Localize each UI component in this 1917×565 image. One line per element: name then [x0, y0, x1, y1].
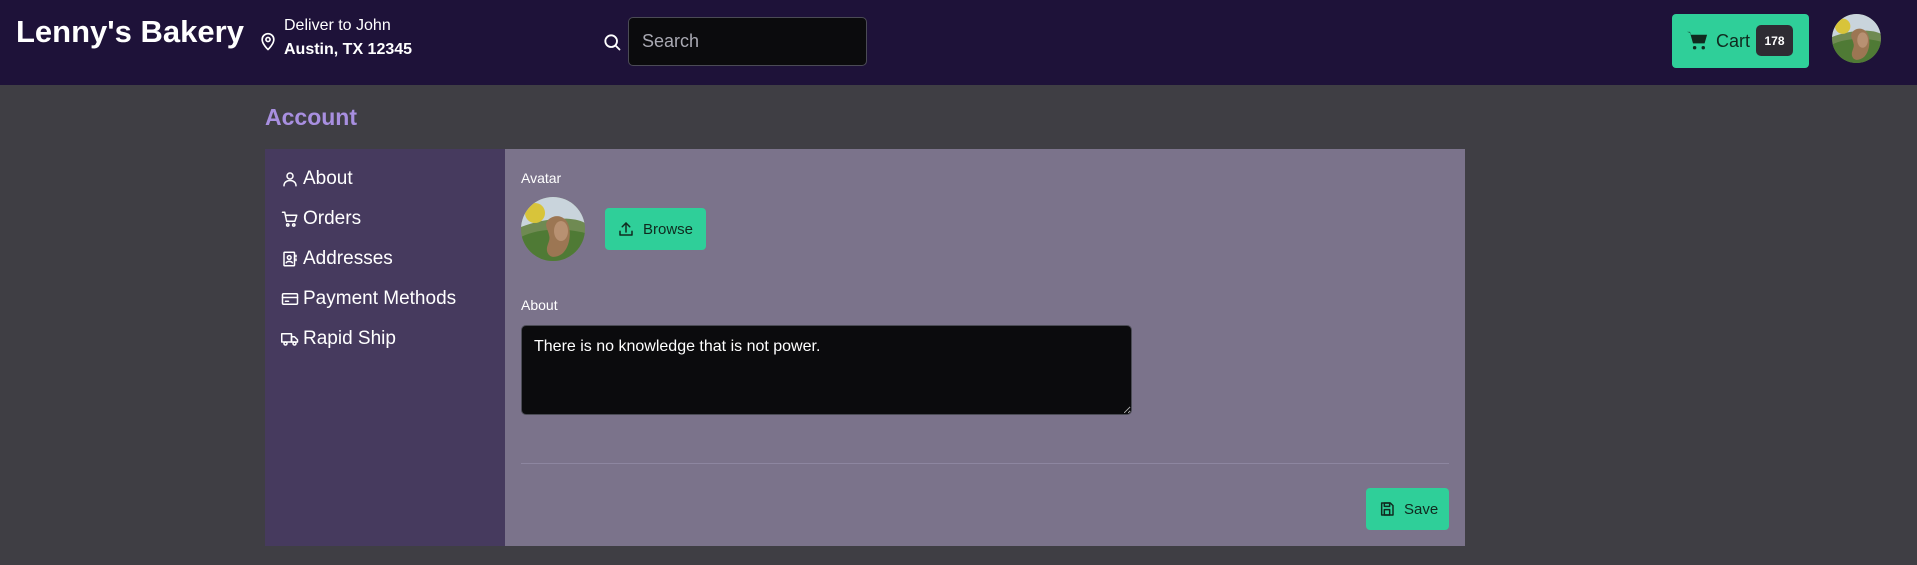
deliver-to-label: Deliver to John — [284, 17, 391, 34]
save-label: Save — [1404, 500, 1439, 518]
sidebar-item-label: About — [303, 168, 353, 189]
address-book-icon — [283, 251, 297, 267]
brand-logo[interactable]: Lenny's Bakery — [16, 14, 244, 50]
cart-label: Cart — [1716, 31, 1751, 51]
save-icon — [1380, 502, 1394, 516]
about-label: About — [521, 297, 558, 313]
page-title: Account — [265, 104, 357, 130]
user-icon — [283, 172, 297, 187]
browse-button[interactable]: Browse — [605, 208, 706, 250]
deliver-address: Austin, TX 12345 — [284, 41, 413, 58]
avatar-preview — [521, 197, 585, 261]
sidebar-item-orders[interactable]: Orders — [281, 205, 361, 233]
map-pin-icon — [261, 32, 275, 51]
user-avatar[interactable] — [1832, 14, 1881, 63]
sidebar-item-label: Addresses — [303, 248, 393, 269]
truck-icon — [281, 333, 299, 346]
account-sidebar: About Orders Addresses Payment Methods R… — [265, 149, 505, 546]
credit-card-icon — [281, 293, 299, 305]
sidebar-item-addresses[interactable]: Addresses — [281, 245, 393, 273]
top-navbar: Lenny's Bakery Deliver to John Austin, T… — [0, 0, 1917, 85]
account-about-panel: Avatar Browse About There is no knowledg… — [505, 149, 1465, 546]
search-icon — [604, 34, 621, 51]
sidebar-item-payment-methods[interactable]: Payment Methods — [281, 285, 456, 313]
sidebar-item-about[interactable]: About — [281, 165, 353, 193]
sidebar-item-label: Orders — [303, 208, 362, 229]
avatar-label: Avatar — [521, 170, 562, 186]
cart-count-badge: 178 — [1756, 25, 1793, 56]
cart-button[interactable]: Cart 178 — [1672, 14, 1809, 68]
sidebar-item-label: Payment Methods — [303, 288, 457, 309]
sidebar-item-label: Rapid Ship — [303, 328, 396, 349]
cart-icon — [1686, 31, 1708, 50]
divider — [521, 463, 1449, 464]
sidebar-item-rapid-ship[interactable]: Rapid Ship — [281, 325, 396, 353]
save-button[interactable]: Save — [1366, 488, 1449, 530]
about-textarea[interactable]: There is no knowledge that is not power. — [521, 325, 1132, 415]
cart-icon — [281, 211, 298, 227]
search-input[interactable] — [628, 17, 867, 66]
upload-icon — [619, 222, 633, 236]
browse-label: Browse — [643, 220, 694, 238]
